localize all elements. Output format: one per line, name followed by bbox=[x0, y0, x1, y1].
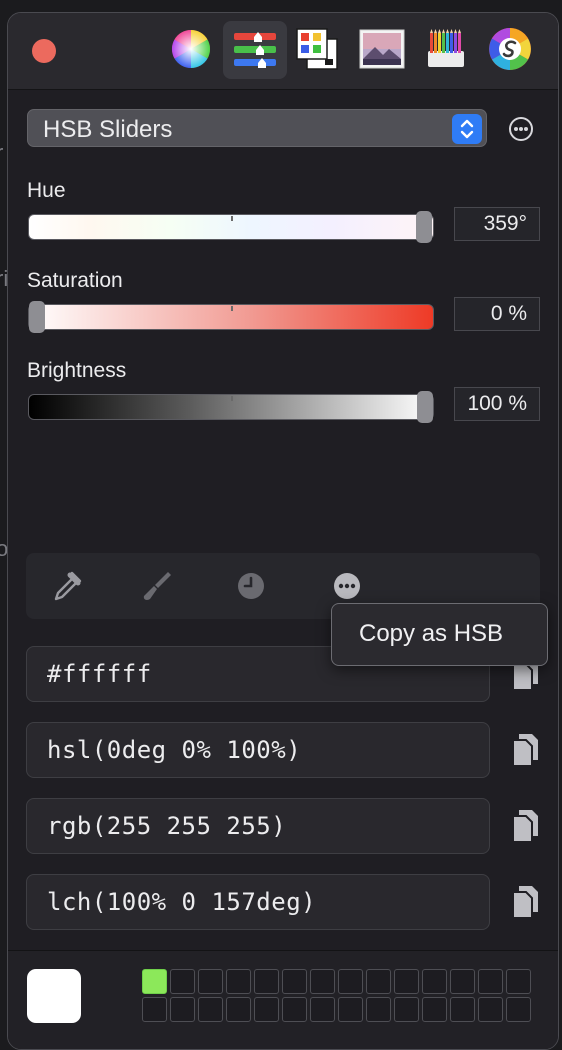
copy-icon[interactable] bbox=[510, 807, 542, 845]
swatch-cell[interactable] bbox=[254, 997, 279, 1022]
brightness-slider-thumb[interactable] bbox=[417, 391, 433, 423]
hsl-code-field[interactable]: hsl(0deg 0% 100%) bbox=[26, 722, 490, 778]
swatch-cell[interactable] bbox=[198, 997, 223, 1022]
saturation-label: Saturation bbox=[27, 269, 123, 292]
hue-label: Hue bbox=[27, 179, 66, 202]
more-icon[interactable] bbox=[328, 567, 366, 605]
copy-format-popover: Copy as HSB bbox=[331, 603, 548, 666]
mode-select-label: HSB Sliders bbox=[43, 116, 173, 143]
current-color-swatch[interactable] bbox=[27, 969, 81, 1023]
spectrum-icon[interactable] bbox=[486, 25, 534, 73]
image-icon[interactable] bbox=[358, 25, 406, 73]
options-more-icon[interactable] bbox=[509, 117, 533, 141]
swatch-cell[interactable] bbox=[226, 997, 251, 1022]
close-button[interactable] bbox=[32, 39, 56, 63]
saturation-slider-thumb[interactable] bbox=[29, 301, 45, 333]
brush-icon[interactable] bbox=[138, 567, 176, 605]
swatch-cell[interactable] bbox=[366, 969, 391, 994]
swatch-cell[interactable] bbox=[254, 969, 279, 994]
swatch-cell[interactable] bbox=[170, 997, 195, 1022]
swatch-cell[interactable] bbox=[394, 969, 419, 994]
swatch-cell[interactable] bbox=[394, 997, 419, 1022]
hue-slider-thumb[interactable] bbox=[415, 211, 432, 243]
swatch-cell[interactable] bbox=[450, 997, 475, 1022]
saved-swatches-grid bbox=[142, 969, 531, 1022]
swatch-cell[interactable] bbox=[366, 997, 391, 1022]
sliders-icon[interactable] bbox=[223, 21, 287, 79]
rgb-code-field[interactable]: rgb(255 255 255) bbox=[26, 798, 490, 854]
swatch-cell[interactable] bbox=[310, 969, 335, 994]
background-window-fragment: r bbox=[0, 140, 3, 166]
swatch-cell[interactable] bbox=[422, 969, 447, 994]
brightness-label: Brightness bbox=[27, 359, 127, 382]
lch-code-field[interactable]: lch(100% 0 157deg) bbox=[26, 874, 490, 930]
history-clock-icon[interactable] bbox=[232, 567, 270, 605]
mode-select[interactable]: HSB Sliders bbox=[27, 109, 487, 147]
eyedropper-icon[interactable] bbox=[48, 567, 86, 605]
swatch-cell[interactable] bbox=[170, 969, 195, 994]
hue-slider[interactable] bbox=[28, 211, 434, 243]
copy-icon[interactable] bbox=[510, 731, 542, 769]
palettes-icon[interactable] bbox=[293, 25, 341, 73]
swatch-cell[interactable] bbox=[338, 997, 363, 1022]
pencils-icon[interactable] bbox=[422, 25, 470, 73]
swatch-cell[interactable] bbox=[226, 969, 251, 994]
swatch-cell[interactable] bbox=[422, 997, 447, 1022]
swatch-cell[interactable] bbox=[142, 997, 167, 1022]
chevron-up-down-icon bbox=[452, 114, 482, 144]
swatch-cell[interactable] bbox=[506, 997, 531, 1022]
copy-icon[interactable] bbox=[510, 883, 542, 921]
color-wheel-icon[interactable] bbox=[167, 25, 215, 73]
swatch-cell[interactable] bbox=[478, 997, 503, 1022]
saturation-value-field[interactable]: 0 % bbox=[454, 297, 540, 331]
color-picker-window: HSB Sliders Hue 359° Saturation 0 % Brig… bbox=[7, 12, 559, 1050]
swatch-cell[interactable] bbox=[506, 969, 531, 994]
saturation-slider[interactable] bbox=[28, 301, 434, 333]
picker-toolbar bbox=[8, 13, 558, 90]
hue-value-field[interactable]: 359° bbox=[454, 207, 540, 241]
swatch-cell[interactable] bbox=[450, 969, 475, 994]
swatch-cell[interactable] bbox=[282, 969, 307, 994]
swatch-cell[interactable] bbox=[478, 969, 503, 994]
swatch-cell[interactable] bbox=[142, 969, 167, 994]
swatch-cell[interactable] bbox=[338, 969, 363, 994]
swatch-cell[interactable] bbox=[198, 969, 223, 994]
bottom-bar bbox=[8, 950, 558, 1049]
swatch-cell[interactable] bbox=[282, 997, 307, 1022]
brightness-value-field[interactable]: 100 % bbox=[454, 387, 540, 421]
copy-as-hsb-menu-item[interactable]: Copy as HSB bbox=[359, 620, 503, 648]
brightness-slider[interactable] bbox=[28, 391, 434, 423]
swatch-cell[interactable] bbox=[310, 997, 335, 1022]
